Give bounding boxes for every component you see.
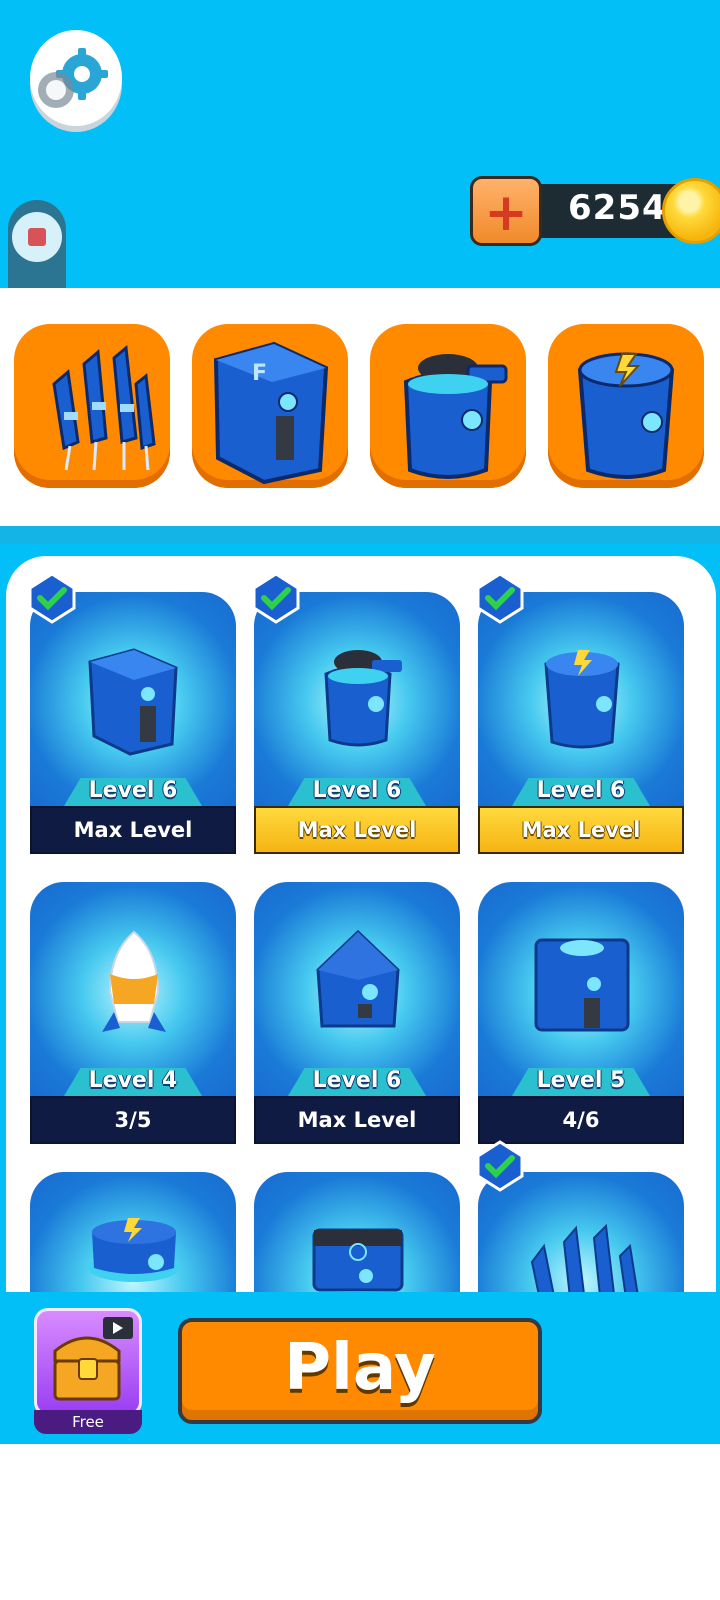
card-status: 4/6	[478, 1096, 684, 1144]
card-level: Level 6	[312, 778, 402, 803]
card-status: 3/5	[30, 1096, 236, 1144]
stop-recording-button[interactable]	[12, 212, 62, 262]
upgrade-panel: Level 6 Max Level Level 6 Max Level Leve…	[6, 556, 716, 1292]
plus-icon: +	[484, 183, 528, 243]
tower-slot-box[interactable]: F	[192, 324, 348, 488]
box-tower-icon: F	[213, 341, 329, 485]
treasure-chest-icon	[53, 1317, 133, 1401]
svg-text:F: F	[252, 361, 267, 386]
radar-tower-icon	[312, 1228, 404, 1292]
card-level: Level 6	[88, 778, 178, 803]
check-badge-icon	[476, 572, 524, 624]
upgrade-card[interactable]: Level 6 Max Level	[254, 882, 460, 1144]
coin-counter: + 6254	[470, 176, 720, 246]
settings-button[interactable]	[30, 30, 122, 126]
coin-amount: 6254	[568, 188, 667, 228]
section-divider	[0, 526, 720, 544]
upgrade-card[interactable]: Level 6 Max Level	[254, 592, 460, 854]
card-status: Max Level	[478, 806, 684, 854]
upgrade-card[interactable]: Level 4 3/5	[30, 882, 236, 1144]
card-status: Max Level	[254, 1096, 460, 1144]
upgrade-card[interactable]	[30, 1172, 236, 1292]
buy-coins-button[interactable]: +	[470, 176, 542, 246]
cannon-tower-icon	[403, 354, 508, 479]
check-badge-icon	[476, 1140, 524, 1192]
tower-selection-strip: F	[0, 288, 720, 528]
check-badge-icon	[252, 572, 300, 624]
tower-slot-cannon[interactable]	[370, 324, 526, 488]
card-status: Max Level	[254, 806, 460, 854]
upgrade-card[interactable]: Level 6 Max Level	[478, 592, 684, 854]
play-button[interactable]: Play	[178, 1318, 542, 1424]
card-level: Level 5	[536, 1068, 626, 1093]
lightning-tower-icon	[577, 352, 675, 479]
lightning-turret-icon	[88, 1218, 180, 1282]
top-header: + 6254	[0, 0, 720, 288]
bottom-bar: Free Play	[0, 1292, 720, 1444]
card-level: Level 6	[312, 1068, 402, 1093]
rocket-launcher-icon	[52, 345, 156, 471]
tower-slot-rocket[interactable]	[14, 324, 170, 488]
upgrade-card[interactable]: Level 6 Max Level	[30, 592, 236, 854]
free-chest-button[interactable]	[34, 1308, 142, 1416]
check-badge-icon	[28, 572, 76, 624]
chest-free-label: Free	[34, 1410, 142, 1434]
card-status: Max Level	[30, 806, 236, 854]
upgrade-card[interactable]	[254, 1172, 460, 1292]
card-level: Level 4	[88, 1068, 178, 1093]
tower-slot-lightning[interactable]	[548, 324, 704, 488]
stop-icon	[28, 228, 46, 246]
gold-coin-icon	[662, 178, 720, 244]
upgrade-card[interactable]: Level 5 4/6	[478, 882, 684, 1144]
card-level: Level 6	[536, 778, 626, 803]
gear-icon	[38, 48, 108, 108]
